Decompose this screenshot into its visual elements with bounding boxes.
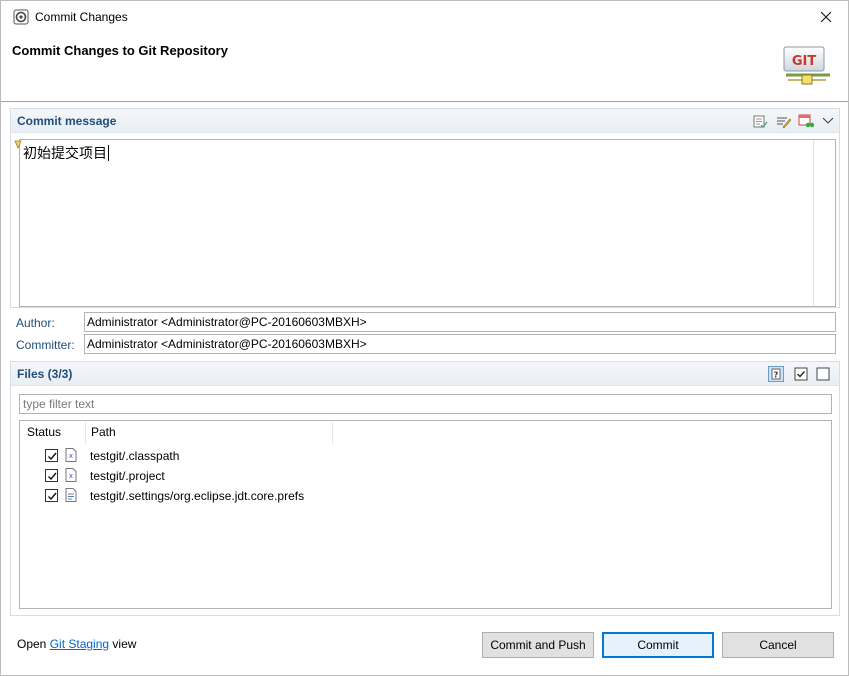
footer-view-text: view [112,637,137,651]
view-menu-chevron-down-icon[interactable] [820,113,836,129]
column-divider [332,422,333,444]
cancel-button[interactable]: Cancel [722,632,834,658]
git-logo-icon: GIT [783,46,830,85]
commit-button[interactable]: Commit [602,632,714,658]
author-field[interactable]: Administrator <Administrator@PC-20160603… [84,312,836,332]
svg-text:x: x [69,452,73,460]
select-all-icon[interactable] [793,366,809,382]
window-title: Commit Changes [35,10,128,24]
xml-file-icon: x [65,468,77,482]
commit-message-section: Commit message 初始提交项目 [10,108,840,308]
files-header: Files (3/3) ? [11,362,839,386]
file-checkbox[interactable] [45,449,58,462]
dialog-header: Commit Changes to Git Repository GIT [1,33,848,102]
table-row[interactable]: testgit/.settings/org.eclipse.jdt.core.p… [20,486,831,506]
deselect-all-icon[interactable] [815,366,831,382]
git-staging-link[interactable]: Git Staging [50,637,109,651]
eclipse-app-icon [13,9,29,25]
file-checkbox[interactable] [45,489,58,502]
files-section: Files (3/3) ? type filter text Status Pa… [10,361,840,616]
show-untracked-icon[interactable]: ? [768,366,784,382]
content-assist-marker-icon [14,140,22,149]
commit-message-input[interactable]: 初始提交项目 [14,139,836,307]
commit-message-text: 初始提交项目 [23,145,109,162]
footer-open-text: Open [17,637,47,651]
file-path: testgit/.project [90,469,165,483]
column-header-path[interactable]: Path [91,425,116,439]
commit-dialog: Commit Changes Commit Changes to Git Rep… [0,0,849,676]
git-logo-text: GIT [792,54,817,69]
signed-off-icon[interactable] [798,113,814,129]
section-title: Commit message [17,114,117,128]
column-divider [85,422,86,444]
spell-check-icon[interactable] [752,113,768,129]
file-path: testgit/.settings/org.eclipse.jdt.core.p… [90,489,305,503]
file-filter-input[interactable]: type filter text [19,394,832,414]
text-caret [108,145,109,161]
close-button[interactable] [804,1,848,33]
footer-open-staging: Open Git Staging view [17,637,136,651]
committer-label: Committer: [16,338,75,352]
files-table: Status Path x testgit/.classpath x testg… [19,420,832,609]
check-mark-icon [48,452,57,461]
column-header-status[interactable]: Status [27,425,61,439]
commit-message-header: Commit message [11,109,839,133]
table-row[interactable]: x testgit/.project [20,466,831,486]
file-checkbox[interactable] [45,469,58,482]
section-title: Files (3/3) [17,367,73,381]
xml-file-icon: x [65,448,77,462]
committer-field[interactable]: Administrator <Administrator@PC-20160603… [84,334,836,354]
check-mark-icon [48,492,57,501]
check-mark-icon [48,472,57,481]
commit-message-scrollbar[interactable] [813,140,835,306]
file-path: testgit/.classpath [90,449,180,463]
page-title: Commit Changes to Git Repository [12,43,228,58]
edit-message-icon[interactable] [775,113,791,129]
svg-text:x: x [69,472,73,480]
commit-and-push-button[interactable]: Commit and Push [482,632,594,658]
title-bar: Commit Changes [1,1,848,33]
close-icon [820,11,832,23]
table-row[interactable]: x testgit/.classpath [20,446,831,466]
svg-text:?: ? [774,371,779,380]
author-label: Author: [16,316,55,330]
text-file-icon [65,488,77,502]
